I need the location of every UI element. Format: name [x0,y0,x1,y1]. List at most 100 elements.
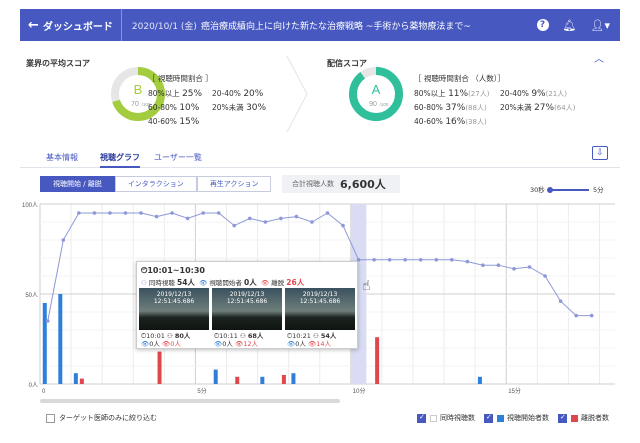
concurrent-point [341,223,345,228]
concurrent-point [92,211,97,215]
concurrent-point [279,216,283,221]
target-filter-checkbox[interactable]: ターゲット医師のみに絞り込む [46,413,157,423]
x-tick-label: 15分 [508,387,521,395]
ratio-cell: 20%未満 30% [212,103,267,113]
concurrent-point [185,216,190,221]
ratio-cell: 20-40% 9%(21人) [500,89,567,99]
back-to-dashboard-button[interactable]: ← ダッシュボード [20,9,122,41]
video-thumbnail[interactable]: 2019/12/13 12:51:45.686 [212,288,282,330]
ratio-cell: 40-60% 15% [148,117,200,127]
start-bar [213,369,218,384]
top-bar: ← ダッシュボード 2020/10/1 (金) 癌治療成績向上に向けた新たな治療… [20,9,620,41]
leave-icon: 👁︎ [260,279,270,287]
collapse-chevron-icon[interactable]: ︿ [594,50,604,65]
total-viewers-label: 合計視聴人数 [292,180,334,188]
concurrent-point [201,211,205,215]
leave-bar [281,375,286,384]
concurrent-point [372,258,376,262]
x-tick-label: 0 [42,389,46,395]
total-viewers-value: 6,600人 [340,178,386,191]
concurrent-point [481,263,485,267]
start-bar [58,294,63,384]
concurrent-point [465,259,470,264]
interval-tooltip: 🕙︎10:01~10:30 ⚇ 同時視聴 54人 👁︎ 視聴開始者 0人 👁︎ … [136,261,358,349]
user-menu-icon[interactable]: 👤︎▾ [591,19,611,32]
mode-start-leave-button[interactable]: 視聴開始 / 離脱 [40,176,115,192]
concurrent-point [310,220,314,224]
ratio-cell: 20-40% 20% [212,89,264,99]
delivery-grade: A [372,82,381,97]
concurrent-point [558,299,563,303]
mode-playback-button[interactable]: 再生アクション [196,176,272,192]
tab-basic-info[interactable]: 基本情報 [46,152,78,163]
thumbnail-info: 🕙︎10:01 ⚇ 80人 👁︎0人 👁︎0人 [141,332,191,348]
interval-min-label: 30秒 [530,186,545,194]
concurrent-point [216,211,221,215]
concurrent-point [232,223,237,228]
ratio-cell: 60-80% 37%(88人) [414,103,487,113]
industry-ratio-title: ［ 視聴時間割合 ］ [148,74,213,83]
mode-interaction-button[interactable]: インタラクション [114,176,197,192]
thumbnail-info: 🕙︎10:11 ⚇ 68人 👁︎0人 👁︎12人 [214,332,264,348]
concurrent-point [108,211,112,215]
tooltip-stats: ⚇ 同時視聴 54人 👁︎ 視聴開始者 0人 👁︎ 離脱 26人 [141,278,305,287]
concurrent-point [263,220,268,224]
export-icon[interactable]: ⇩ [592,146,608,160]
ratio-cell: 20%未満 27%(64人) [500,103,576,113]
event-title: 癌治療成績向上に向けた新たな治療戦略 ~手術から薬物療法まで~ [200,21,471,32]
score-panel: 業界の平均スコア B 70 /100 ［ 視聴時間割合 ］ 80%以上 25% … [20,50,620,138]
start-bar [477,376,482,384]
ratio-cell: 40-60% 16%(38人) [414,117,487,127]
interval-slider-handle[interactable] [546,187,553,193]
divider-chevron-icon [286,55,308,133]
industry-score-value: 70 [131,101,139,108]
legend-concurrent[interactable]: 同時視聴数 [417,413,475,423]
leave-bar [375,337,380,384]
concurrent-point [154,214,159,219]
ratio-cell: 80%以上 25% [148,89,203,99]
interval-slider[interactable]: 30秒 5分 [530,184,604,194]
tooltip-time: 🕙︎10:01~10:30 [141,266,205,275]
concurrent-point [434,258,439,262]
help-icon[interactable]: ? [536,19,549,31]
y-tick-label: 50人 [25,292,38,299]
concurrent-icon: ⚇ [141,279,147,287]
concurrent-point [589,313,594,318]
tab-user-list[interactable]: ユーザー一覧 [154,152,202,163]
concurrent-point [403,258,408,262]
back-label: ダッシュボード [42,21,113,33]
pointer-cursor-icon: ☝︎ [362,278,371,294]
tab-bar: 基本情報 視聴グラフ ユーザー一覧 [20,150,620,168]
start-icon: 👁︎ [199,279,208,287]
concurrent-point [387,258,392,262]
start-bar [73,373,78,384]
tab-view-graph[interactable]: 視聴グラフ [100,152,140,168]
horizontal-scrollbar[interactable] [40,399,340,403]
event-date: 2020/10/1 (金) [131,21,197,32]
legend-leave[interactable]: 離脱者数 [558,413,609,423]
concurrent-point [139,211,143,215]
industry-ratio-table: ［ 視聴時間割合 ］ 80%以上 25% 20-40% 20% 60-80% 1… [148,72,272,129]
concurrent-point [247,216,252,221]
interval-slider-track[interactable] [546,187,589,193]
thumbnail-info: 🕙︎10:21 ⚇ 54人 👁︎0人 👁︎14人 [287,332,337,348]
legend-start[interactable]: 視聴開始者数 [484,413,549,423]
total-viewers-box: 合計視聴人数 6,600人 [282,175,400,193]
start-bar [42,303,47,384]
concurrent-point [574,313,578,318]
concurrent-point [77,211,81,215]
video-thumbnail[interactable]: 2019/12/13 12:51:45.686 [139,288,209,330]
notification-bell-icon[interactable]: 🔔︎ [563,19,577,32]
back-arrow-icon: ← [28,17,39,33]
industry-grade: B [134,82,143,97]
leave-bar [157,351,162,384]
concurrent-point [61,238,66,242]
concurrent-point [123,211,128,215]
video-thumbnail[interactable]: 2019/12/13 12:51:45.686 [285,288,355,330]
graph-mode-toggle: 視聴開始 / 離脱 インタラクション 再生アクション [40,176,272,192]
concurrent-point [496,263,501,267]
page: ← ダッシュボード 2020/10/1 (金) 癌治療成績向上に向けた新たな治療… [0,0,640,443]
leave-bar [79,378,84,384]
x-tick-label: 5分 [197,387,206,395]
concurrent-point [170,211,174,215]
